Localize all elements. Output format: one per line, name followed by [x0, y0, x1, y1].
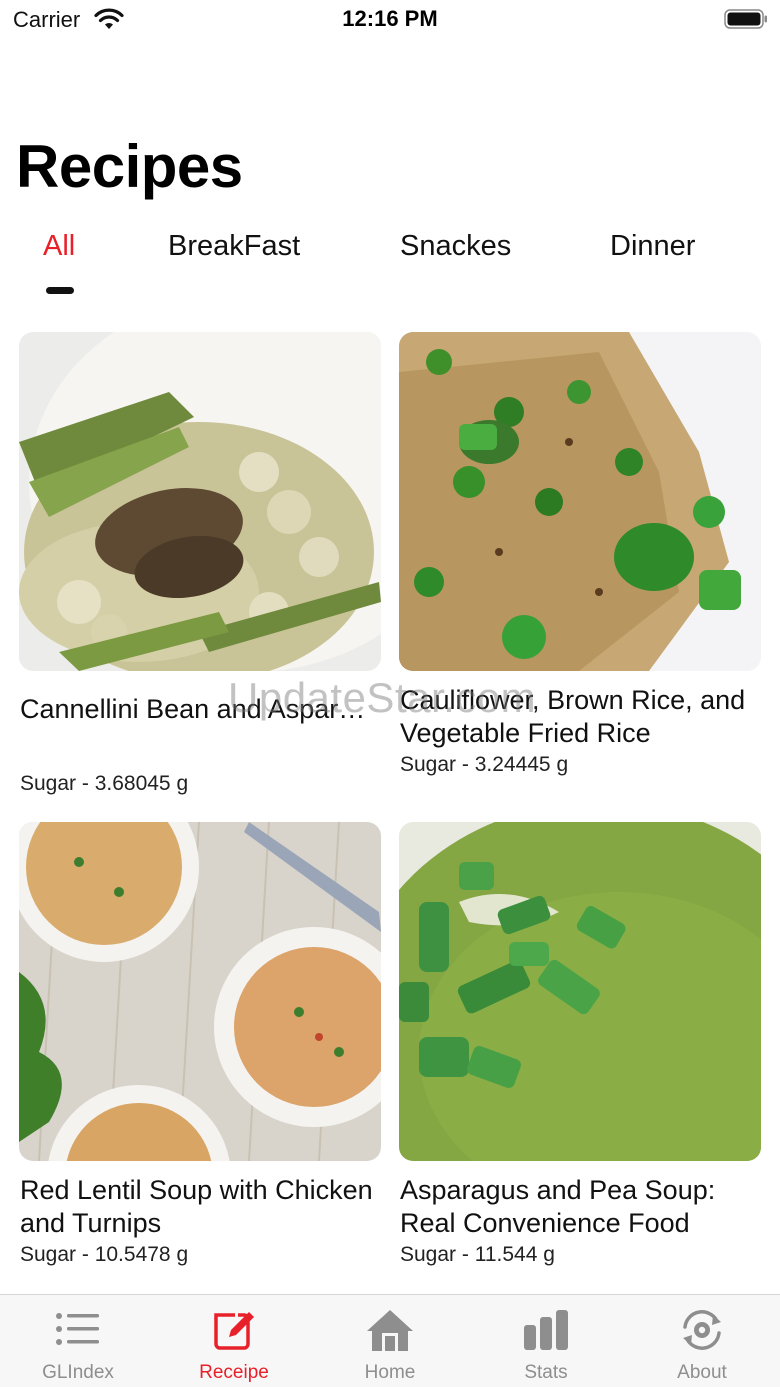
- tab-dinner[interactable]: Dinner: [610, 230, 695, 263]
- battery-icon: [724, 9, 767, 29]
- recipe-title: Cannellini Bean and Asparagus Salad with…: [20, 694, 380, 724]
- page-title: Recipes: [16, 133, 243, 200]
- tabbar-item-home[interactable]: Home: [312, 1295, 468, 1387]
- recipe-title: Red Lentil Soup with Chicken and Turnips: [20, 1175, 373, 1238]
- status-time: 12:16 PM: [342, 6, 438, 31]
- status-bar: Carrier 12:16 PM: [0, 0, 780, 40]
- lentil-soup-photo: [19, 822, 381, 1161]
- tab-snacks[interactable]: Snackes: [400, 230, 511, 263]
- tabbar-label: Receipe: [199, 1362, 269, 1383]
- tabbar-label: Stats: [524, 1362, 568, 1383]
- tab-breakfast[interactable]: BreakFast: [168, 230, 300, 263]
- tabbar-label: Home: [364, 1362, 416, 1383]
- recipe-sugar: Sugar - 3.68045 g: [20, 772, 189, 795]
- home-icon: [367, 1310, 413, 1351]
- tabbar-item-about[interactable]: About: [624, 1295, 780, 1387]
- recipe-card[interactable]: Asparagus and Pea Soup: Real Convenience…: [399, 822, 761, 1272]
- edit-icon: [214, 1310, 254, 1350]
- tab-all[interactable]: All: [43, 230, 75, 263]
- tab-bar: GLIndex Receipe Home Stats About: [0, 1294, 780, 1387]
- tabbar-label: About: [677, 1362, 727, 1383]
- recipe-card[interactable]: Cauliflower, Brown Rice, and Vegetable F…: [399, 332, 761, 782]
- tab-indicator: [46, 287, 74, 294]
- tabbar-item-stats[interactable]: Stats: [468, 1295, 624, 1387]
- fried-rice-photo: [399, 332, 761, 671]
- recipe-sugar: Sugar - 3.24445 g: [400, 753, 569, 776]
- recipe-title: Cauliflower, Brown Rice, and Vegetable F…: [400, 685, 746, 748]
- list-icon: [56, 1313, 99, 1345]
- recipe-sugar: Sugar - 10.5478 g: [20, 1243, 189, 1266]
- bar-chart-icon: [524, 1310, 568, 1350]
- pea-soup-photo: [399, 822, 761, 1161]
- recipe-card[interactable]: Cannellini Bean and Asparagus Salad with…: [19, 332, 381, 802]
- recipe-title: Asparagus and Pea Soup: Real Convenience…: [400, 1175, 716, 1238]
- tabbar-label: GLIndex: [42, 1362, 114, 1383]
- tabbar-item-glindex[interactable]: GLIndex: [0, 1295, 156, 1387]
- gear-sync-icon: [683, 1310, 721, 1350]
- recipe-sugar: Sugar - 11.544 g: [400, 1243, 555, 1266]
- recipe-card[interactable]: Red Lentil Soup with Chicken and Turnips…: [19, 822, 381, 1272]
- bean-asparagus-salad-photo: [19, 332, 381, 671]
- tabbar-item-receipe[interactable]: Receipe: [156, 1295, 312, 1387]
